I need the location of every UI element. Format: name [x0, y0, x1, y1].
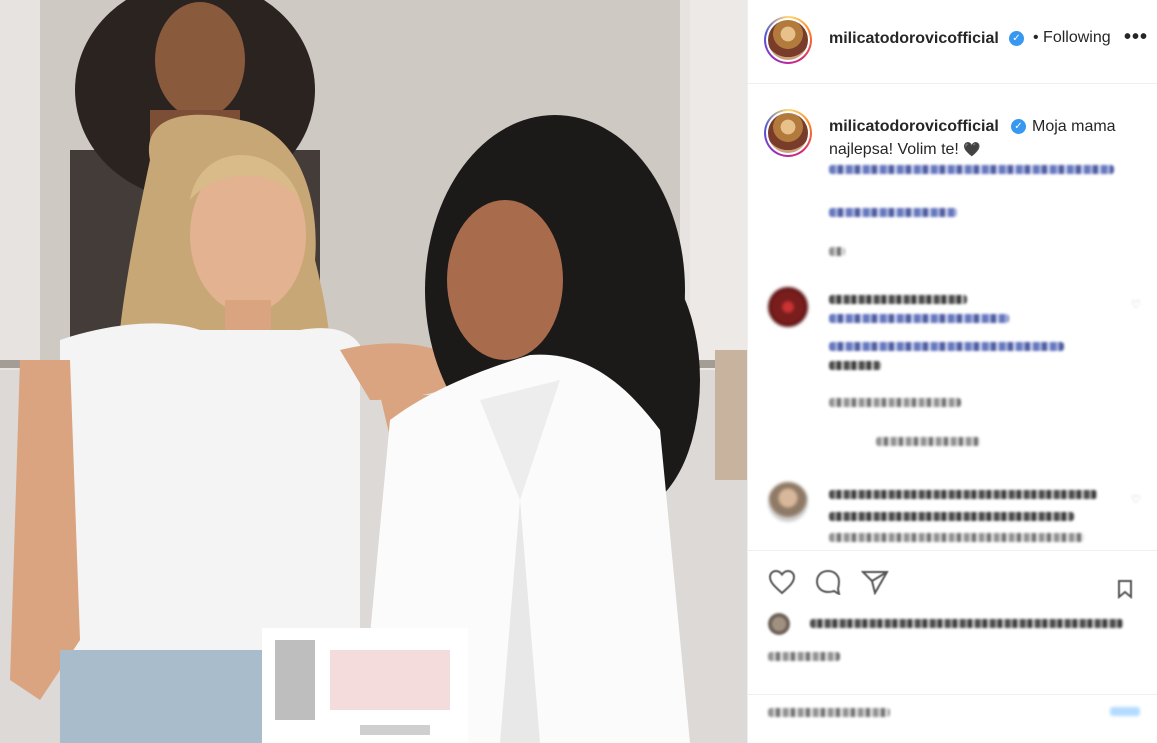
comments-list[interactable]: milicatodorovicofficial ✓ Moja mama najl…: [748, 85, 1157, 548]
obscured-post-date: [768, 652, 840, 661]
obscured-liked-by-text[interactable]: [810, 619, 1123, 628]
caption-avatar-border: [766, 111, 810, 155]
comment-avatar[interactable]: [768, 482, 808, 522]
obscured-comment-text: [829, 512, 1074, 521]
verified-icon: ✓: [1009, 31, 1024, 46]
comment-icon[interactable]: [814, 569, 842, 600]
share-icon[interactable]: [860, 569, 889, 600]
heart-icon-shape: [768, 569, 796, 595]
post-username[interactable]: milicatodorovicofficial: [829, 30, 999, 48]
avatar-border: [766, 18, 810, 62]
comment-like-icon[interactable]: ♡: [1131, 493, 1141, 506]
heart-icon[interactable]: [768, 569, 796, 600]
caption-text: Moja mama najlepsa! Volim te! 🖤: [829, 116, 1149, 161]
post-photo[interactable]: [0, 0, 747, 743]
obscured-comment-meta: [829, 533, 1084, 542]
obscured-comment-text: [829, 490, 1097, 499]
post-photo-illustration: [0, 0, 747, 743]
following-button[interactable]: • Following: [1033, 29, 1111, 47]
comment-icon-shape: [815, 569, 841, 597]
obscured-comment-meta: [829, 398, 961, 407]
obscured-comment-username[interactable]: [829, 295, 967, 304]
add-comment-row: [748, 694, 1157, 743]
black-heart-icon: 🖤: [963, 141, 981, 157]
post-side-panel: milicatodorovicofficial ✓ • Following ••…: [747, 0, 1157, 743]
caption-avatar[interactable]: [764, 109, 812, 157]
liked-by-avatar[interactable]: [768, 613, 790, 635]
obscured-comment-text: [829, 314, 1009, 323]
avatar-image: [768, 20, 808, 60]
post-header: milicatodorovicofficial ✓ • Following ••…: [748, 0, 1157, 84]
comment-like-icon[interactable]: ♡: [1131, 298, 1141, 311]
obscured-timestamp: [829, 247, 845, 256]
comment-avatar[interactable]: [768, 287, 808, 327]
obscured-add-comment-input[interactable]: [768, 708, 890, 717]
share-icon-shape: [860, 571, 889, 596]
obscured-comment-text: [829, 361, 881, 370]
obscured-hashtags[interactable]: [829, 165, 1114, 174]
post-action-bar: [748, 550, 1157, 743]
obscured-comment-text: [829, 342, 1064, 351]
obscured-view-replies[interactable]: [876, 437, 980, 446]
bookmark-icon[interactable]: [1116, 579, 1134, 604]
obscured-tags[interactable]: [829, 208, 957, 217]
more-options-icon[interactable]: •••: [1124, 26, 1148, 49]
caption-avatar-image: [768, 113, 808, 153]
bookmark-icon-shape: [1118, 580, 1132, 600]
post-comment-button[interactable]: [1110, 707, 1140, 716]
avatar[interactable]: [764, 16, 812, 64]
